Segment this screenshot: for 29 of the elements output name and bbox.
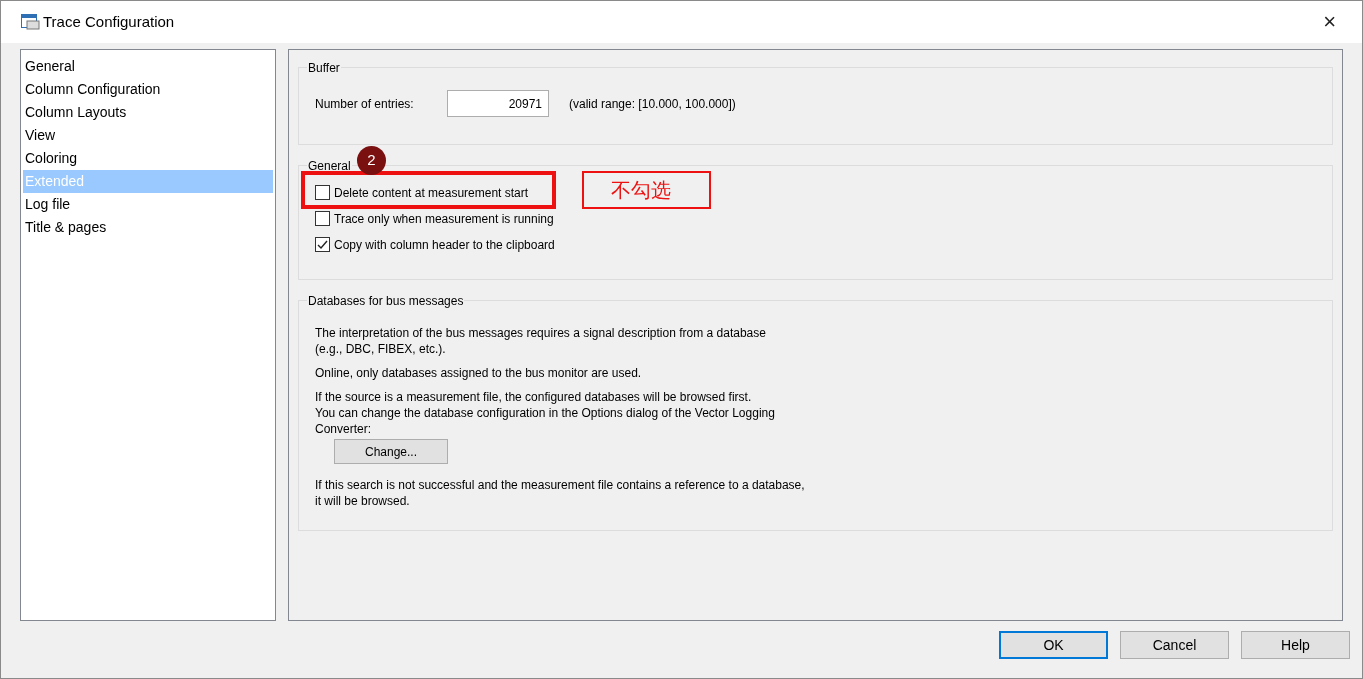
info-text: Online, only databases assigned to the bus monitor are used.	[315, 365, 643, 381]
annotation-note: 不勾选	[582, 171, 711, 209]
checkbox-label[interactable]: Copy with column header to the clipboard	[334, 235, 555, 254]
info-text: If the source is a measurement file, the configured databases will be browsed first. You can change the database configuration in the Options dialog of the Vector Logging Converter:	[315, 389, 776, 437]
checkbox[interactable]	[315, 237, 330, 252]
info-text: The interpretation of the bus messages requires a signal description from a database (e.g., DBC, FIBEX, etc.).	[315, 325, 767, 357]
close-button[interactable]: ×	[1317, 11, 1342, 33]
app-icon	[21, 14, 41, 30]
entries-input[interactable]: 20971	[447, 90, 549, 117]
step-badge: 2	[357, 146, 386, 175]
category-item[interactable]: Column Layouts	[23, 101, 273, 124]
change-button[interactable]: Change...	[334, 439, 448, 464]
dialog-button[interactable]: Cancel	[1120, 631, 1229, 659]
range-hint: (valid range: [10.000, 100.000])	[569, 95, 736, 113]
category-item[interactable]: View	[23, 124, 273, 147]
category-item[interactable]: Coloring	[23, 147, 273, 170]
checkbox-label[interactable]: Delete content at measurement start	[334, 183, 529, 202]
category-item[interactable]: Log file	[23, 193, 273, 216]
checkbox[interactable]	[315, 185, 330, 200]
dialog-button[interactable]: Help	[1241, 631, 1350, 659]
checkbox[interactable]	[315, 211, 330, 226]
dialog-button[interactable]: OK	[999, 631, 1108, 659]
category-item[interactable]: Title & pages	[23, 216, 273, 239]
window-title: Trace Configuration	[43, 11, 175, 32]
field-label: Number of entries:	[315, 95, 415, 113]
checkbox-label[interactable]: Trace only when measurement is running	[334, 209, 554, 228]
category-item[interactable]: General	[23, 55, 273, 78]
help-text: If this search is not successful and the measurement file contains a reference to a database, it will be browsed.	[315, 477, 806, 509]
category-item[interactable]: Column Configuration	[23, 78, 273, 101]
